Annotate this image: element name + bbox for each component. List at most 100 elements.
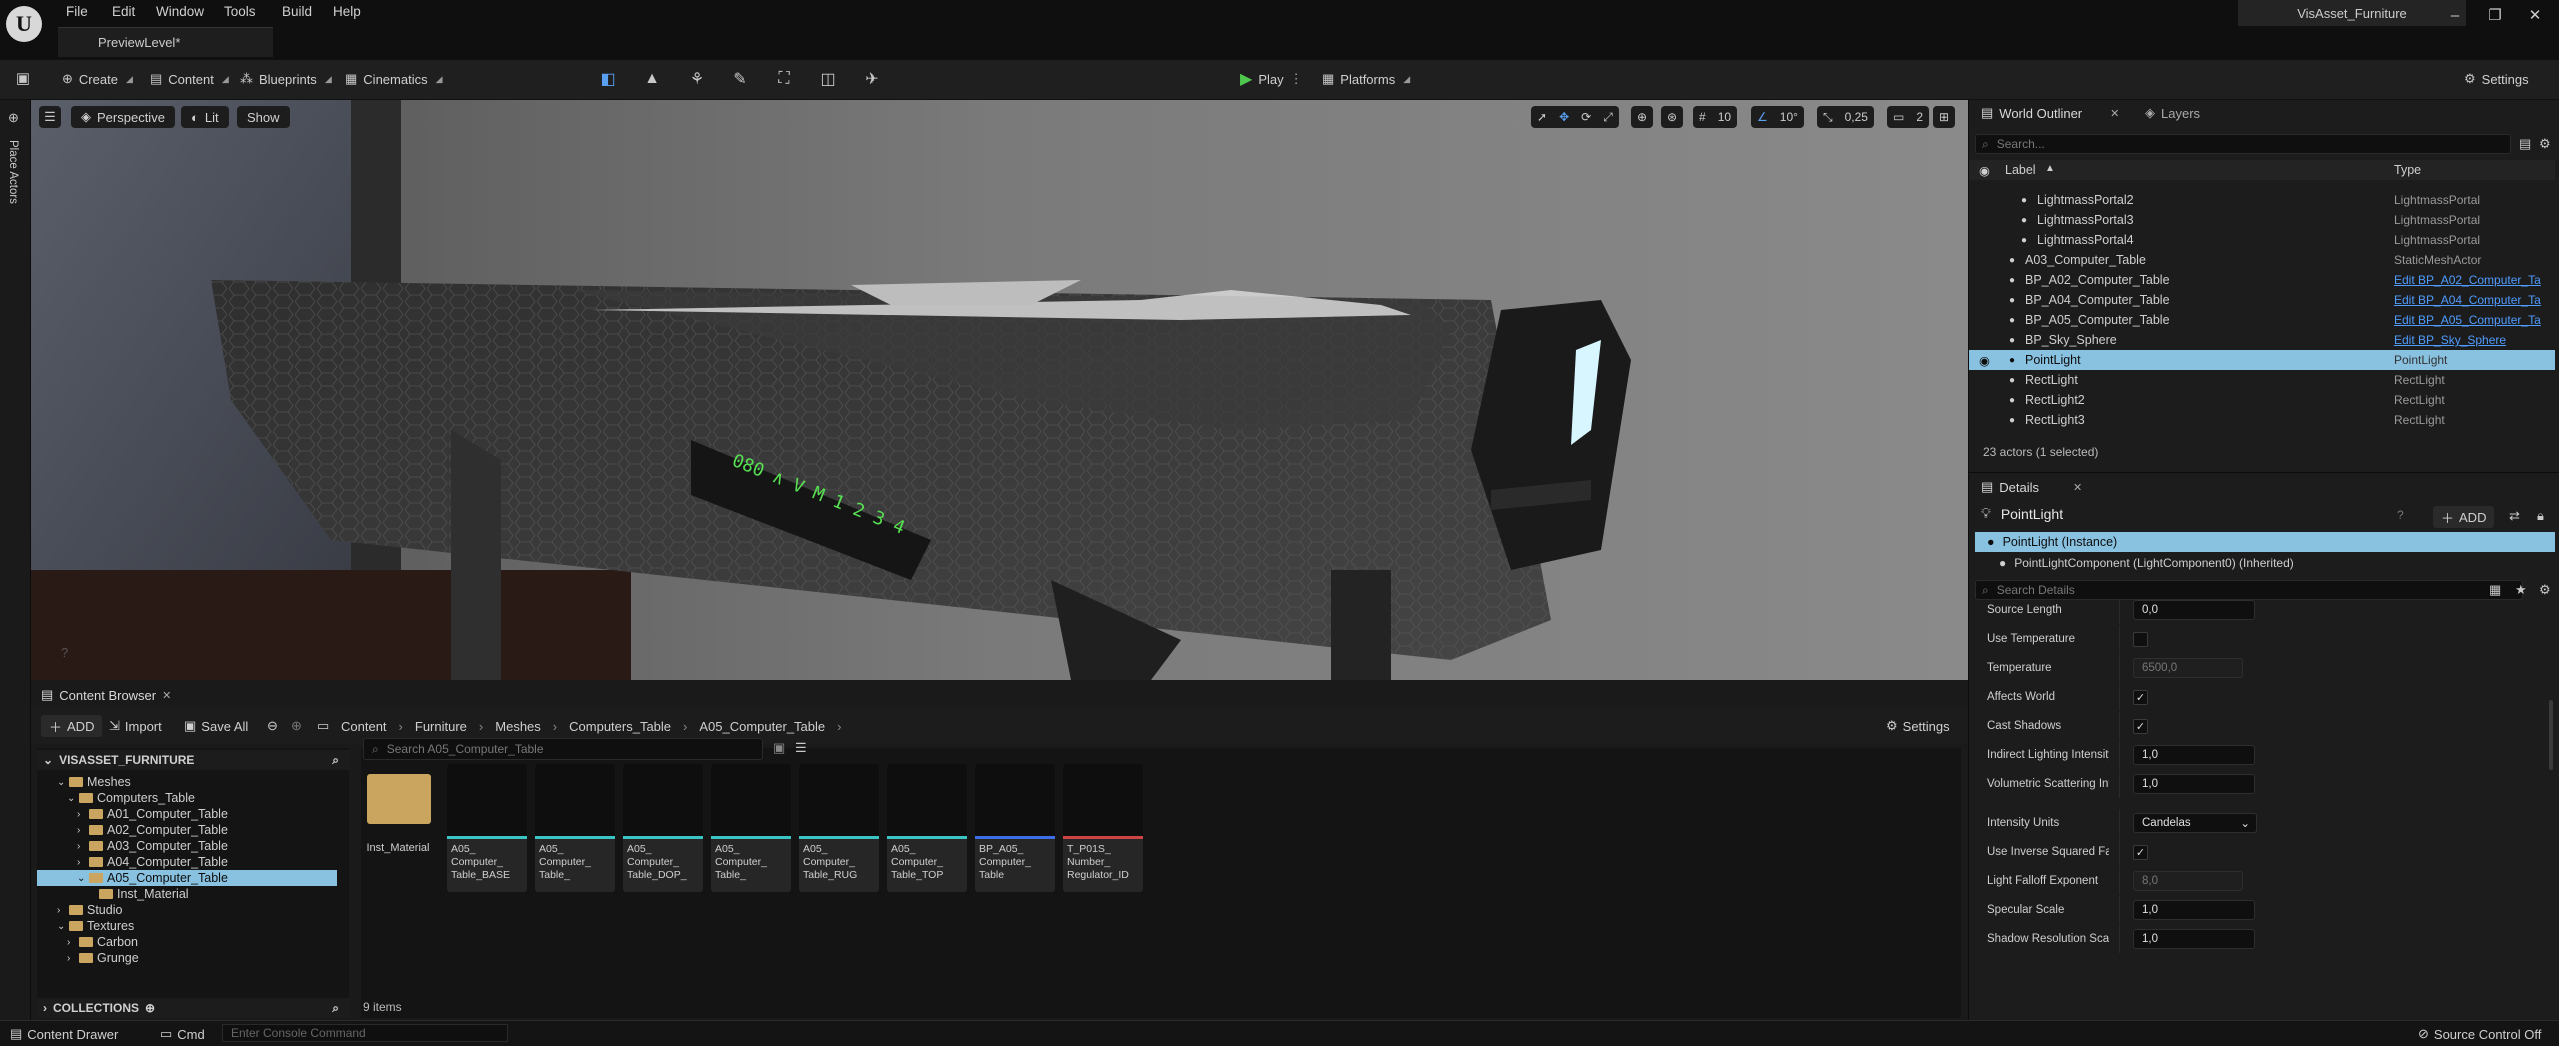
property-checkbox[interactable]: ✓ — [2133, 718, 2148, 734]
close-tab-icon[interactable]: ✕ — [162, 689, 171, 702]
rotation-snap-toggle[interactable]: ∠ 10° — [1751, 106, 1804, 128]
tree-item[interactable]: › Grunge — [37, 950, 337, 966]
search-icon[interactable]: ⌕ — [332, 1001, 339, 1016]
unreal-logo-icon[interactable]: U — [6, 6, 42, 42]
property-checkbox[interactable]: ✓ — [2133, 844, 2148, 860]
tree-item[interactable]: › A02_Computer_Table — [37, 822, 337, 838]
move-tool-icon[interactable]: ✥ — [1559, 110, 1569, 124]
details-tab[interactable]: ▤ Details ✕ — [1981, 474, 2082, 500]
chevron-down-icon[interactable]: ⌄ — [77, 873, 89, 884]
root-folder-header[interactable]: ⌄ VISASSET_FURNITURE ⌕ — [37, 750, 349, 770]
chevron-right-icon[interactable]: › — [77, 857, 89, 868]
chevron-down-icon[interactable]: ⌄ — [67, 793, 79, 804]
folder-inst-material[interactable]: Inst_Material — [363, 764, 433, 874]
minimize-icon[interactable]: – — [2435, 2, 2475, 28]
tree-item[interactable]: › Studio — [37, 902, 337, 918]
grid-view-icon[interactable]: ▦ — [2489, 582, 2501, 598]
perspective-button[interactable]: ◈ Perspective — [71, 106, 175, 128]
gear-icon[interactable]: ⚙ — [2539, 136, 2551, 152]
property-checkbox[interactable] — [2133, 631, 2148, 647]
outliner-row[interactable]: ● RectLight RectLight — [1969, 370, 2555, 390]
content-button[interactable]: ▤ Content ◢ — [150, 66, 229, 92]
level-tab[interactable]: PreviewLevel* — [58, 27, 273, 57]
breadcrumb-meshes[interactable]: Meshes — [495, 719, 541, 734]
gear-icon[interactable]: ⚙ — [2539, 582, 2551, 598]
lit-button[interactable]: ◐ Lit — [181, 106, 229, 128]
show-button[interactable]: Show — [237, 106, 290, 128]
details-search-input[interactable]: ⌕ Search Details — [1975, 580, 2523, 600]
maximize-viewport-icon[interactable]: ⊞ — [1933, 106, 1956, 128]
asset-search-input[interactable]: ⌕ Search A05_Computer_Table — [363, 738, 763, 760]
lock-icon[interactable]: 🔒︎ — [2537, 508, 2544, 524]
asset-tile[interactable]: T_P01S_ Number_ Regulator_ID — [1063, 764, 1143, 892]
cmd-button[interactable]: ▭ Cmd — [160, 1023, 205, 1045]
tree-item[interactable]: ⌄ Textures — [37, 918, 337, 934]
chevron-right-icon[interactable]: › — [77, 809, 89, 820]
world-local-icon[interactable]: ⊕ — [1631, 106, 1654, 128]
chevron-right-icon[interactable]: › — [77, 825, 89, 836]
outliner-row[interactable]: ● BP_A04_Computer_Table Edit BP_A04_Comput… — [1969, 290, 2555, 310]
scale-snap-toggle[interactable]: ⤡ 0,25 — [1817, 106, 1874, 128]
asset-tile[interactable]: A05_ Computer_ Table_ — [711, 764, 791, 892]
property-value-field[interactable]: 0,0 — [2133, 600, 2255, 620]
layers-tab[interactable]: ◈ Layers — [2145, 100, 2200, 126]
maximize-icon[interactable]: ❐ — [2475, 2, 2515, 28]
scale-tool-icon[interactable]: ⤢ — [1603, 110, 1613, 125]
surface-snap-icon[interactable]: ⊛ — [1661, 106, 1684, 128]
foliage-mode-icon[interactable]: ⚘ — [685, 68, 709, 90]
menu-build[interactable]: Build — [282, 4, 312, 22]
property-value-field[interactable]: 6500,0 — [2133, 658, 2243, 678]
outliner-row[interactable]: ● BP_A02_Computer_Table Edit BP_A02_Comput… — [1969, 270, 2555, 290]
outliner-row-type[interactable]: Edit BP_Sky_Sphere — [2394, 333, 2554, 347]
help-icon[interactable]: ? — [2397, 508, 2404, 522]
property-dropdown[interactable]: Candelas ⌄ — [2133, 813, 2257, 833]
outliner-row[interactable]: ● BP_Sky_Sphere Edit BP_Sky_Sphere — [1969, 330, 2555, 350]
chevron-down-icon[interactable]: ⌄ — [57, 921, 69, 932]
asset-tile[interactable]: A05_ Computer_ Table_RUG — [799, 764, 879, 892]
platforms-button[interactable]: ▦ Platforms ◢ — [1322, 66, 1410, 92]
cinematics-button[interactable]: ▦ Cinematics ◢ — [345, 66, 443, 92]
save-search-icon[interactable]: ▣ — [773, 740, 785, 756]
brush-edit-mode-icon[interactable]: ◫ — [816, 68, 840, 90]
level-viewport[interactable]: 080 ∧ V M 1 2 3 4 ☰ ◈ Perspective ◐ Lit Sh… — [31, 100, 1968, 680]
chevron-right-icon[interactable]: › — [67, 937, 79, 948]
place-actors-icon[interactable]: ⊕ — [8, 110, 19, 126]
asset-tile[interactable]: BP_A05_ Computer_ Table — [975, 764, 1055, 892]
property-checkbox[interactable]: ✓ — [2133, 689, 2148, 705]
play-options-icon[interactable]: ⋮ — [1290, 71, 1303, 87]
outliner-row[interactable]: ● RectLight3 RectLight — [1969, 410, 2555, 430]
add-collection-icon[interactable]: ⊕ — [145, 1001, 155, 1015]
menu-file[interactable]: File — [66, 4, 88, 22]
console-input[interactable]: Enter Console Command — [222, 1024, 508, 1042]
breadcrumb-content[interactable]: Content — [341, 719, 387, 734]
tree-item[interactable]: ⌄ A05_Computer_Table — [37, 870, 337, 886]
add-filter-icon[interactable]: ▤ — [2519, 136, 2531, 152]
blueprints-button[interactable]: ⁂ Blueprints ◢ — [240, 66, 332, 92]
save-all-button[interactable]: ▣ Save All — [184, 715, 248, 737]
close-tab-icon[interactable]: ✕ — [2073, 481, 2082, 494]
instance-row[interactable]: ● PointLight (Instance) — [1975, 532, 2555, 552]
tree-item[interactable]: › A04_Computer_Table — [37, 854, 337, 870]
col-type[interactable]: Type — [2394, 163, 2421, 177]
tree-item[interactable]: › Carbon — [37, 934, 337, 950]
property-value-field[interactable]: 1,0 — [2133, 929, 2255, 949]
grid-snap-toggle[interactable]: #10 — [1693, 106, 1738, 128]
property-value-field[interactable]: 1,0 — [2133, 745, 2255, 765]
chevron-down-icon[interactable]: ⌄ — [57, 777, 69, 788]
mesh-paint-mode-icon[interactable]: ✎ — [728, 68, 752, 90]
collections-header[interactable]: › COLLECTIONS ⊕ ⌕ — [37, 998, 349, 1018]
fracture-mode-icon[interactable]: ⛶ — [772, 68, 796, 90]
tree-item[interactable]: › A01_Computer_Table — [37, 806, 337, 822]
outliner-row[interactable]: ◉ ● PointLight PointLight — [1969, 350, 2555, 370]
viewport-options-icon[interactable]: ☰ — [39, 106, 61, 128]
asset-tile[interactable]: A05_ Computer_ Table_TOP — [887, 764, 967, 892]
breadcrumb-computers-table[interactable]: Computers_Table — [569, 719, 671, 734]
tree-item[interactable]: Inst_Material — [37, 886, 337, 902]
place-actors-tab[interactable]: Place Actors — [7, 140, 19, 204]
component-row[interactable]: ● PointLightComponent (LightComponent0) (… — [1975, 552, 2555, 574]
cb-settings-button[interactable]: ⚙ Settings — [1886, 715, 1950, 737]
landscape-mode-icon[interactable]: ▲ — [640, 68, 664, 90]
tree-item[interactable]: ⌄ Computers_Table — [37, 790, 337, 806]
camera-speed-button[interactable]: ▭ 2 — [1887, 106, 1930, 128]
menu-edit[interactable]: Edit — [112, 4, 135, 22]
